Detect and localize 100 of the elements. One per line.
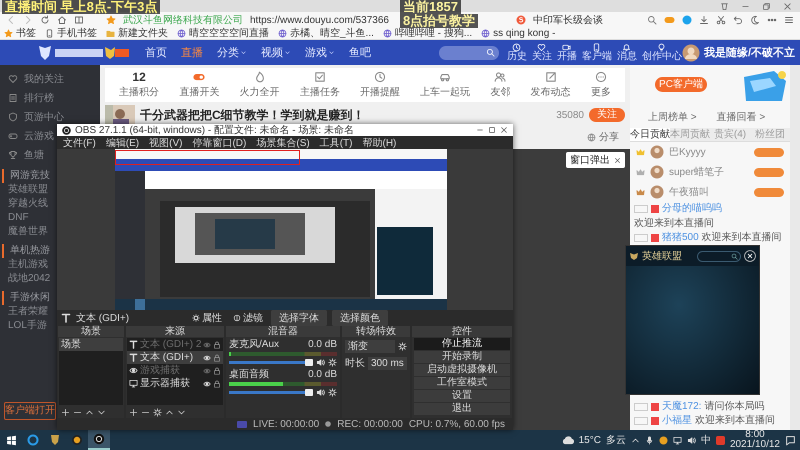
more-icon[interactable]: [594, 71, 607, 83]
slider-thumb[interactable]: [305, 359, 313, 366]
properties-button[interactable]: 属性: [189, 311, 226, 325]
down-icon[interactable]: [97, 408, 106, 416]
bulb-icon[interactable]: [657, 43, 666, 52]
camera-icon[interactable]: [562, 43, 572, 52]
share-link[interactable]: 分享: [599, 130, 619, 144]
maximize-icon[interactable]: [488, 126, 496, 134]
duration-field[interactable]: 300 ms: [368, 356, 407, 370]
shield-icon[interactable]: [8, 112, 18, 122]
source-item[interactable]: 显示器捕获: [127, 377, 223, 390]
app-square-icon[interactable]: [716, 436, 725, 444]
nav-link[interactable]: 视频: [261, 45, 291, 60]
source-item[interactable]: 游戏捕获: [127, 364, 223, 377]
menu-item[interactable]: 工具(T): [320, 136, 352, 150]
category-link[interactable]: 王者荣耀: [8, 305, 48, 319]
globe-icon[interactable]: [481, 29, 490, 38]
clock-icon[interactable]: [374, 71, 386, 83]
moon-icon[interactable]: [750, 15, 760, 25]
avatar[interactable]: [682, 44, 700, 62]
list-icon[interactable]: [8, 92, 18, 102]
globe-icon[interactable]: [177, 29, 186, 38]
header-link[interactable]: 客户端: [582, 52, 612, 62]
source-item[interactable]: 文本 (GDI+): [127, 351, 223, 364]
menu-item[interactable]: 停靠窗口(D): [192, 136, 246, 150]
open-client-button[interactable]: 客户端打开: [4, 402, 56, 420]
bookmark[interactable]: 晴空空空空间直播: [189, 28, 269, 40]
toggle-icon[interactable]: [193, 71, 206, 83]
chat-user[interactable]: 天魔172:: [662, 401, 702, 413]
gear-icon[interactable]: [153, 408, 162, 416]
control-button[interactable]: 工作室模式: [414, 377, 510, 389]
chat-user[interactable]: 分母的喵呜呜: [662, 203, 722, 215]
panel-link[interactable]: 上周榜单 >: [648, 110, 697, 124]
sidebar-item[interactable]: 排行榜: [24, 90, 54, 104]
header-link[interactable]: 关注: [532, 52, 552, 62]
taskbar-app[interactable]: [88, 430, 110, 450]
transition-select[interactable]: 渐变: [345, 340, 395, 353]
tool-label[interactable]: 更多: [590, 85, 611, 99]
cup-icon[interactable]: [720, 2, 729, 10]
tool-label[interactable]: 友邻: [490, 85, 510, 99]
eye-icon[interactable]: [203, 354, 211, 362]
header-link[interactable]: 历史: [506, 52, 527, 62]
phone-icon[interactable]: [45, 29, 54, 38]
tool-label[interactable]: 发布动态: [530, 85, 571, 99]
home-icon[interactable]: [57, 15, 67, 25]
star-icon[interactable]: [4, 29, 13, 38]
mic-icon[interactable]: [644, 436, 654, 444]
trophy-icon[interactable]: [8, 150, 18, 160]
category-link[interactable]: 战地2042: [8, 272, 50, 286]
add-icon[interactable]: [61, 408, 70, 416]
reader-icon[interactable]: [74, 15, 84, 25]
category-link[interactable]: DNF: [8, 211, 29, 225]
bookmark[interactable]: ss qing kong -: [493, 28, 556, 40]
restore-icon[interactable]: [762, 2, 771, 10]
gear-icon[interactable]: [328, 388, 337, 397]
news-link[interactable]: 中印军长级会谈: [533, 13, 603, 27]
sidebar-item[interactable]: 鱼塘: [24, 148, 44, 162]
control-button[interactable]: 启动虚拟摄像机: [414, 364, 510, 376]
undo-icon[interactable]: [733, 15, 743, 25]
bookmark[interactable]: 新建文件夹: [118, 28, 168, 40]
search-field[interactable]: [438, 46, 499, 60]
car-icon[interactable]: [439, 71, 452, 83]
nav-link[interactable]: 分类: [217, 45, 247, 60]
filters-button[interactable]: 滤镜: [230, 311, 266, 325]
panel-tab[interactable]: 今日贡献: [630, 128, 670, 141]
header-link[interactable]: 创作中心: [642, 52, 682, 62]
bookmark[interactable]: 哔哩哔哩 - 搜狗...: [394, 28, 472, 40]
tool-label[interactable]: 直播开关: [179, 85, 220, 99]
search-icon[interactable]: [647, 15, 657, 25]
address-field[interactable]: https://www.douyu.com/537366: [250, 14, 389, 26]
phone-icon[interactable]: [592, 43, 602, 52]
menu-icon[interactable]: [784, 15, 794, 25]
control-button[interactable]: 退出: [414, 403, 510, 415]
hot-icon[interactable]: [516, 15, 526, 25]
sidebar-item[interactable]: 云游戏: [24, 128, 54, 142]
tool-label[interactable]: 主播积分: [119, 85, 160, 99]
network-icon[interactable]: [672, 436, 682, 444]
close-icon[interactable]: [500, 126, 508, 134]
panel-link[interactable]: 直播回看 >: [716, 110, 766, 124]
tool-label[interactable]: 上车一起玩: [420, 85, 470, 99]
category-link[interactable]: LOL手游: [8, 319, 47, 333]
globe-icon[interactable]: [278, 29, 287, 38]
menu-item[interactable]: 编辑(E): [106, 136, 140, 150]
category-link[interactable]: 主机游戏: [8, 258, 48, 272]
star-icon[interactable]: [106, 15, 116, 25]
speaker-icon[interactable]: [316, 358, 325, 367]
nav-link[interactable]: 鱼吧: [349, 45, 371, 60]
bookmark[interactable]: 手机书签: [57, 28, 97, 40]
download-icon[interactable]: [699, 15, 709, 25]
down-icon[interactable]: [177, 408, 186, 416]
notification-icon[interactable]: [785, 434, 796, 446]
toolbar-button[interactable]: 选择颜色: [332, 310, 388, 326]
chat-user[interactable]: 猪猪500: [662, 232, 699, 244]
source-item[interactable]: 文本 (GDI+) 2: [127, 338, 223, 351]
control-button[interactable]: 停止推流: [414, 338, 510, 350]
menu-item[interactable]: 场景集合(S): [256, 136, 310, 150]
cloud-icon[interactable]: [562, 434, 574, 446]
clock[interactable]: 8:00 2021/10/12: [730, 430, 780, 450]
speaker-icon[interactable]: [686, 436, 696, 444]
sidebar-item[interactable]: 页游中心: [24, 110, 64, 124]
